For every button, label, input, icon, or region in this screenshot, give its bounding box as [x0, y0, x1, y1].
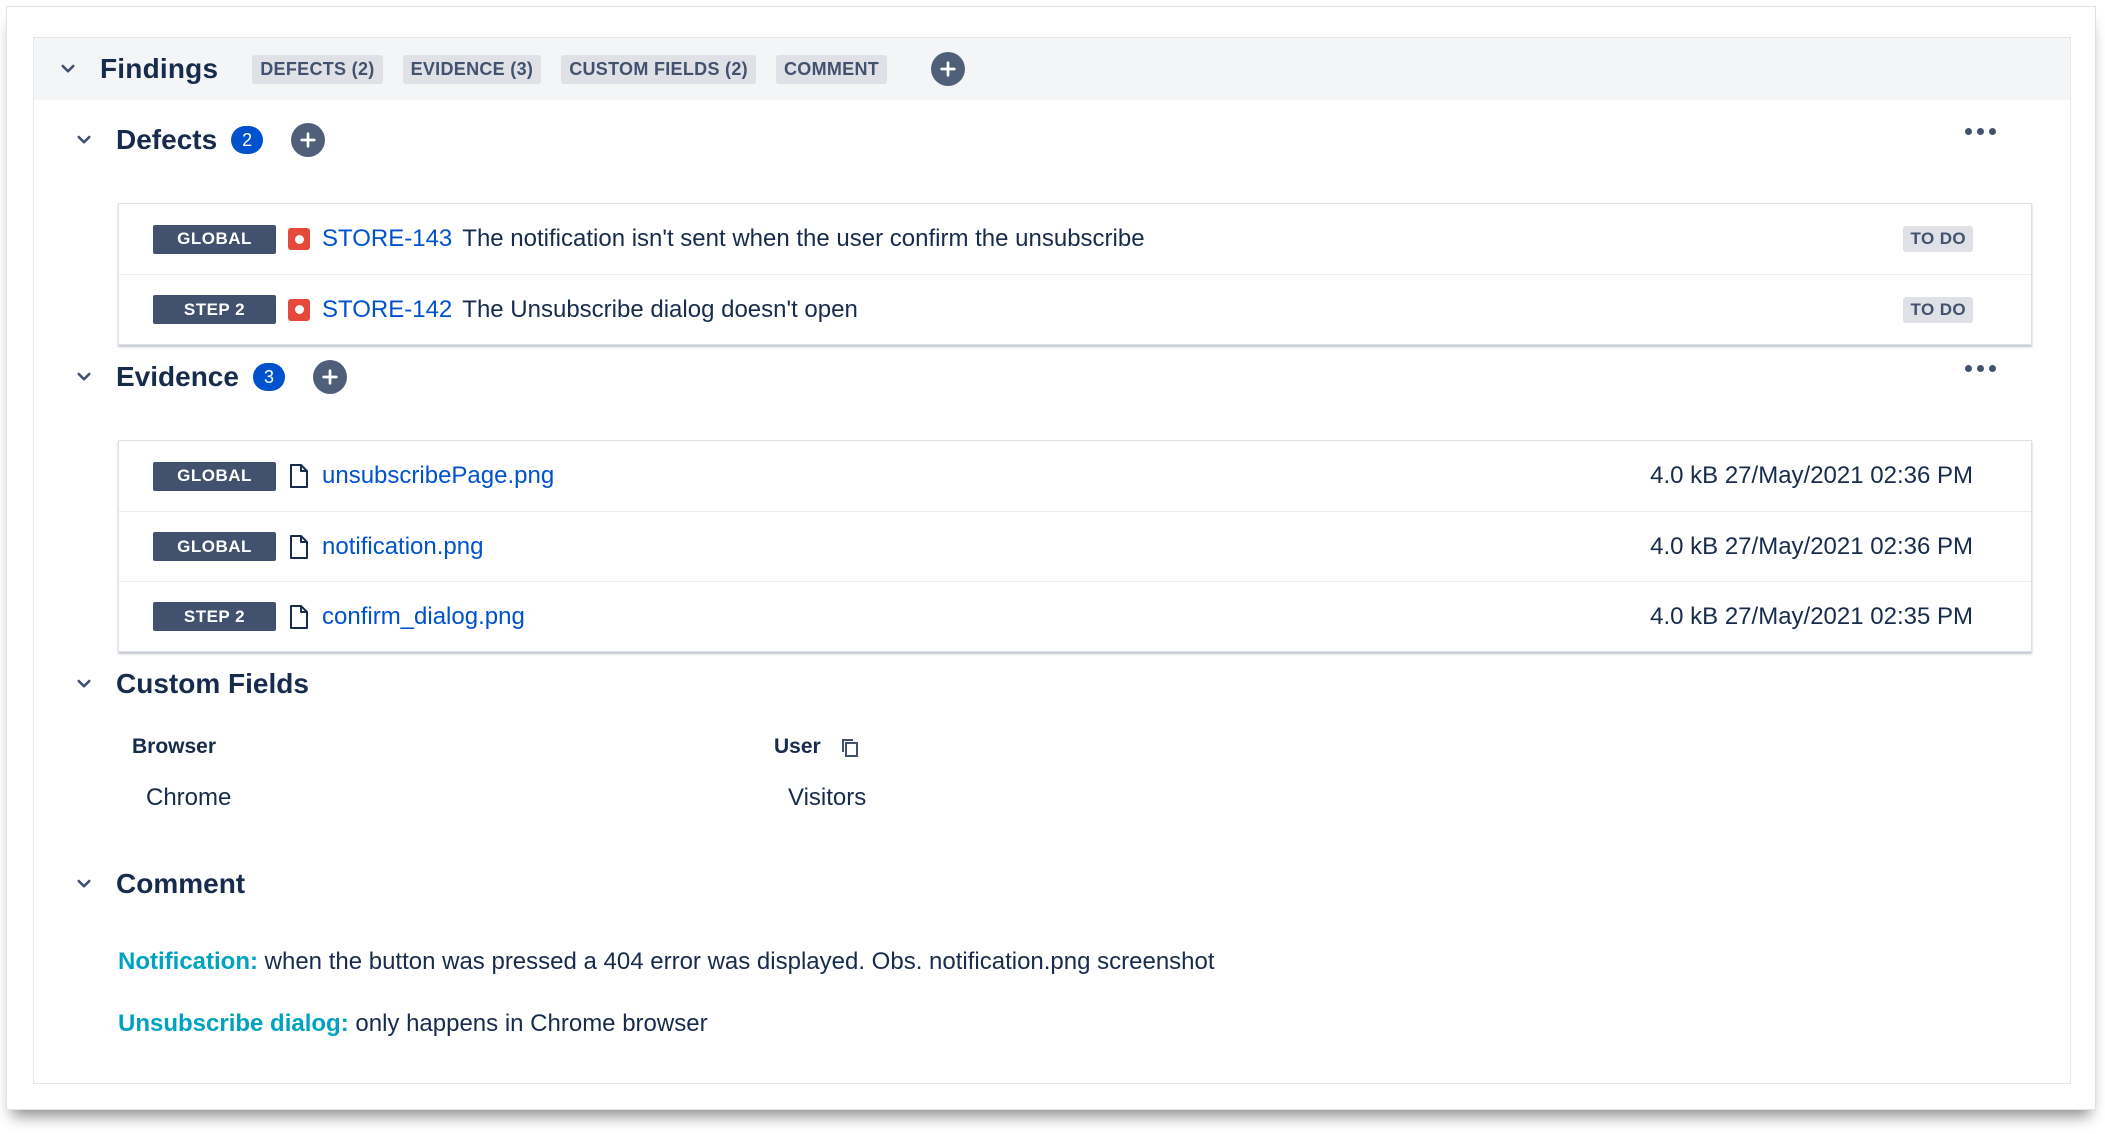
- issue-key-link[interactable]: STORE-142: [322, 296, 452, 324]
- findings-header: Findings DEFECTS (2) EVIDENCE (3) CUSTOM…: [34, 38, 2070, 100]
- bug-icon: [288, 298, 310, 321]
- add-finding-button[interactable]: [931, 52, 966, 86]
- comment-label: Unsubscribe dialog:: [118, 1010, 349, 1037]
- add-evidence-button[interactable]: [312, 360, 347, 394]
- plus-icon: [322, 369, 338, 385]
- screenshot-frame: Findings DEFECTS (2) EVIDENCE (3) CUSTOM…: [6, 6, 2096, 1110]
- evidence-section-header: Evidence 3: [34, 357, 2072, 397]
- defect-row[interactable]: GLOBAL STORE-143 The notification isn't …: [119, 204, 2031, 274]
- custom-fields-section-header: Custom Fields: [34, 664, 2072, 704]
- comment-label: Notification:: [118, 948, 258, 975]
- file-meta: 4.0 kB 27/May/2021 02:36 PM: [1650, 462, 1973, 489]
- chevron-down-icon[interactable]: [70, 670, 98, 698]
- copy-icon[interactable]: [841, 738, 859, 758]
- bug-icon: [288, 228, 310, 250]
- defects-section-header: Defects 2: [34, 120, 2072, 160]
- comment-section-header: Comment: [34, 864, 2072, 904]
- comment-line: Unsubscribe dialog: only happens in Chro…: [118, 1010, 708, 1038]
- browser-field-value: Chrome: [146, 784, 232, 811]
- findings-panel: Findings DEFECTS (2) EVIDENCE (3) CUSTOM…: [33, 37, 2071, 1084]
- plus-icon: [940, 61, 956, 77]
- evidence-list: GLOBAL unsubscribePage.png 4.0 kB 27/May…: [118, 440, 2032, 652]
- chevron-down-icon[interactable]: [70, 870, 98, 898]
- more-icon[interactable]: [1965, 365, 1996, 372]
- defects-list: GLOBAL STORE-143 The notification isn't …: [118, 203, 2032, 345]
- defects-title: Defects: [116, 124, 218, 155]
- status-badge: TO DO: [1903, 296, 1973, 323]
- file-icon: [288, 604, 310, 630]
- chevron-down-icon[interactable]: [70, 126, 98, 154]
- comment-title: Comment: [116, 868, 246, 899]
- defect-row[interactable]: STEP 2 STORE-142 The Unsubscribe dialog …: [119, 274, 2031, 344]
- evidence-row[interactable]: GLOBAL unsubscribePage.png 4.0 kB 27/May…: [119, 441, 2031, 511]
- scope-tag: GLOBAL: [153, 532, 276, 561]
- file-icon: [288, 534, 310, 560]
- defects-chip[interactable]: DEFECTS (2): [252, 54, 383, 84]
- custom-fields-chip[interactable]: CUSTOM FIELDS (2): [561, 54, 756, 84]
- comment-line: Notification: when the button was presse…: [118, 948, 1215, 976]
- evidence-chip[interactable]: EVIDENCE (3): [402, 54, 542, 84]
- browser-field-label: Browser: [132, 735, 217, 758]
- evidence-title: Evidence: [116, 361, 239, 392]
- chevron-down-icon[interactable]: [70, 363, 98, 391]
- scope-tag: STEP 2: [153, 295, 276, 324]
- evidence-row[interactable]: STEP 2 confirm_dialog.png 4.0 kB 27/May/…: [119, 581, 2031, 651]
- evidence-row[interactable]: GLOBAL notification.png 4.0 kB 27/May/20…: [119, 511, 2031, 581]
- file-link[interactable]: notification.png: [322, 533, 483, 561]
- chevron-down-icon[interactable]: [54, 55, 82, 83]
- more-icon[interactable]: [1965, 128, 1996, 135]
- file-icon: [288, 463, 310, 489]
- scope-tag: GLOBAL: [153, 224, 276, 254]
- issue-summary: The Unsubscribe dialog doesn't open: [462, 295, 858, 323]
- comment-chip[interactable]: COMMENT: [775, 54, 888, 84]
- status-badge: TO DO: [1903, 226, 1973, 252]
- evidence-count-badge: 3: [252, 363, 285, 391]
- file-link[interactable]: unsubscribePage.png: [322, 462, 554, 490]
- comment-text: only happens in Chrome browser: [348, 1010, 708, 1037]
- defects-count-badge: 2: [231, 126, 264, 154]
- findings-title: Findings: [100, 53, 219, 84]
- user-field-label: User: [774, 735, 821, 758]
- scope-tag: STEP 2: [153, 602, 276, 631]
- file-link[interactable]: confirm_dialog.png: [322, 603, 525, 631]
- plus-icon: [300, 132, 316, 148]
- issue-summary: The notification isn't sent when the use…: [462, 225, 1145, 252]
- add-defect-button[interactable]: [291, 123, 326, 157]
- scope-tag: GLOBAL: [153, 461, 276, 491]
- user-field-value: Visitors: [788, 784, 867, 811]
- file-meta: 4.0 kB 27/May/2021 02:35 PM: [1650, 602, 1973, 630]
- comment-text: when the button was pressed a 404 error …: [257, 948, 1215, 975]
- custom-fields-title: Custom Fields: [116, 668, 309, 699]
- file-meta: 4.0 kB 27/May/2021 02:36 PM: [1650, 532, 1973, 560]
- issue-key-link[interactable]: STORE-143: [322, 225, 452, 253]
